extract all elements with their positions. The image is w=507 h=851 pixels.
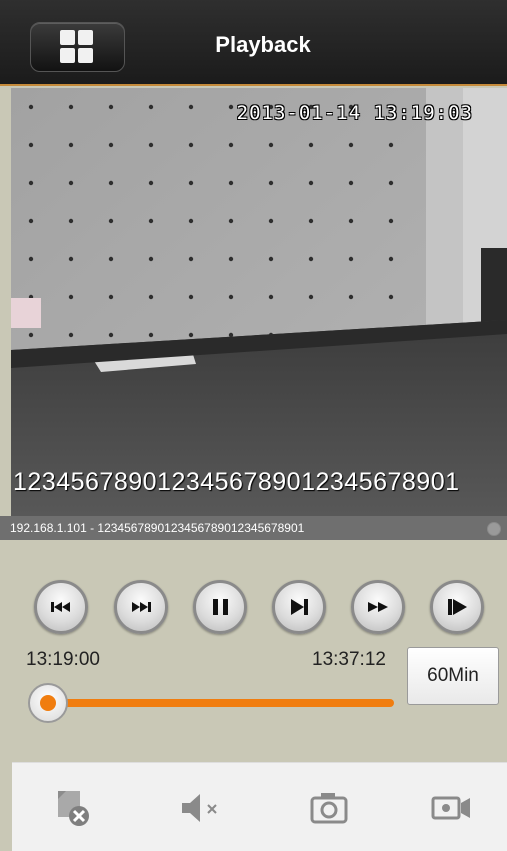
- start-time: 13:19:00: [26, 649, 100, 670]
- close-playback-icon: [58, 791, 89, 826]
- page-title: Playback: [215, 32, 311, 57]
- slow-play-button[interactable]: [430, 580, 484, 634]
- video-view[interactable]: 2013-01-14 13:19:03 12345678901234567890…: [11, 88, 507, 516]
- header-bar: Playback: [0, 0, 507, 86]
- bottom-toolbar: [12, 762, 507, 851]
- mute-button[interactable]: [178, 785, 224, 831]
- stream-info-text: 192.168.1.101 - 123456789012345678901234…: [10, 521, 305, 535]
- video-timestamp: 2013-01-14 13:19:03: [236, 102, 473, 124]
- pause-button[interactable]: [193, 580, 247, 634]
- close-playback-button[interactable]: [52, 785, 98, 831]
- progress-slider-track[interactable]: [48, 699, 394, 707]
- fast-forward-icon: [368, 602, 388, 612]
- record-button[interactable]: [430, 785, 476, 831]
- time-range-button[interactable]: 60Min: [407, 647, 499, 705]
- status-indicator: [487, 522, 501, 536]
- skip-forward-button[interactable]: [114, 580, 168, 634]
- mute-icon: [182, 794, 217, 822]
- fast-forward-button[interactable]: [351, 580, 405, 634]
- stream-info-bar: 192.168.1.101 - 123456789012345678901234…: [0, 516, 507, 540]
- snapshot-button[interactable]: [307, 785, 353, 831]
- progress-slider-knob[interactable]: [28, 683, 68, 723]
- video-frame: [11, 88, 507, 516]
- snapshot-icon: [310, 793, 348, 824]
- skip-forward-icon: [132, 602, 151, 612]
- step-forward-icon: [291, 599, 308, 615]
- end-time: 13:37:12: [312, 649, 386, 670]
- step-forward-button[interactable]: [272, 580, 326, 634]
- skip-back-button[interactable]: [34, 580, 88, 634]
- pause-icon: [213, 599, 228, 615]
- record-icon: [431, 796, 470, 820]
- video-caption: 1234567890123456789012345678901: [13, 468, 460, 496]
- skip-back-icon: [51, 602, 70, 612]
- playback-controls: 13:19:00 13:37:12 60Min: [0, 540, 507, 760]
- slow-play-icon: [448, 599, 467, 615]
